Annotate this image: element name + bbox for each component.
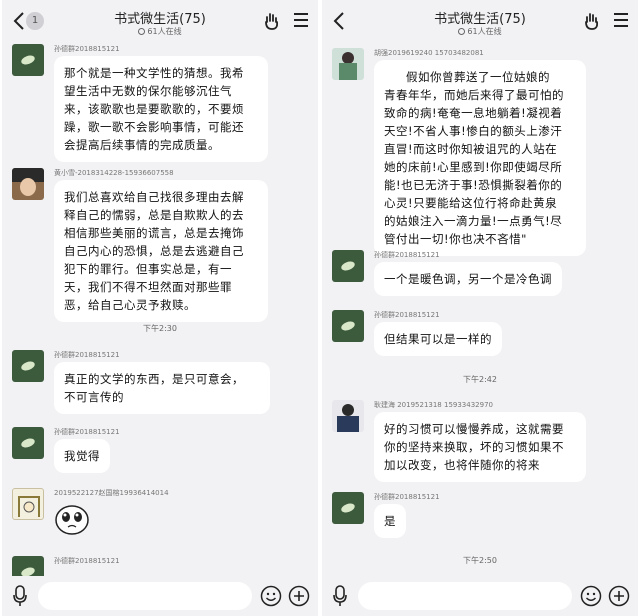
message-line: 能!也已无济于事!恐惧撕裂着你的 bbox=[384, 178, 563, 192]
input-bar bbox=[2, 576, 318, 616]
message-line: 一个是暖色调，另一个是冷色调 bbox=[384, 272, 552, 286]
voice-button[interactable] bbox=[332, 585, 348, 607]
message-line: 躁，歌一歌不会影响事情，可能还 bbox=[64, 120, 244, 134]
hand-button[interactable] bbox=[262, 11, 282, 31]
message-line: 心灵!只要能给这位行将命赴黄泉 bbox=[384, 196, 558, 210]
emoji-button[interactable] bbox=[260, 585, 282, 607]
sender-name: 孙德群2018815121 bbox=[374, 493, 440, 501]
message-bubble[interactable]: 但结果可以是一样的 bbox=[374, 322, 502, 356]
sender-name: 耿建海 2019521318 15933432970 bbox=[374, 401, 493, 409]
emoji-icon bbox=[260, 585, 282, 607]
message-line: 青春年华，而她后来得了最可怕的 bbox=[384, 88, 564, 102]
sender-name: 孙德群2018815121 bbox=[54, 45, 120, 53]
avatar[interactable] bbox=[332, 250, 364, 282]
message-line: 自己内心的恐惧，总是去逃避自己 bbox=[64, 244, 244, 258]
message-line: 她的床前!心里感到!你即使竭尽所 bbox=[384, 160, 563, 174]
sender-name: 孙德群2018815121 bbox=[54, 351, 120, 359]
menu-icon bbox=[614, 13, 628, 15]
sender-name: 黄小雪-2018314228-15936607558 bbox=[54, 169, 174, 177]
input-bar bbox=[322, 576, 638, 616]
avatar[interactable] bbox=[12, 427, 44, 459]
plus-button[interactable] bbox=[608, 585, 630, 607]
message-line: 我们总喜欢给自己找很多理由去解 bbox=[64, 190, 244, 204]
online-count-text: 61人在线 bbox=[467, 27, 502, 36]
message-bubble[interactable]: 假如你曾葬送了一位姑娘的 青春年华，而她后来得了最可怕的 致命的病!奄奄一息地躺… bbox=[374, 60, 586, 256]
message-line: 的姑娘注入一滴力量!一点勇气!尽 bbox=[384, 214, 563, 228]
message-bubble[interactable]: 真正的文学的东西，是只可意会， 不可言传的 bbox=[54, 362, 270, 414]
sender-name: 孙德群2018815121 bbox=[374, 311, 440, 319]
avatar[interactable] bbox=[332, 492, 364, 524]
sender-name: 孙德群2018815121 bbox=[54, 557, 120, 565]
message-line: 释自己的懦弱，总是自欺欺人的去 bbox=[64, 208, 244, 222]
online-count-text: 61人在线 bbox=[147, 27, 182, 36]
microphone-icon bbox=[333, 585, 347, 606]
message-line: 来，该歌歌也是要歌歌的，不要烦 bbox=[64, 102, 244, 116]
sender-name: 孙德群2018815121 bbox=[54, 428, 120, 436]
message-bubble[interactable]: 我觉得 bbox=[54, 439, 110, 473]
message-line: 真正的文学的东西，是只可意会， bbox=[64, 372, 244, 386]
message-input[interactable] bbox=[38, 582, 252, 610]
message-line: 好的习惯可以慢慢养成，这就需要 bbox=[384, 422, 564, 436]
online-icon bbox=[458, 28, 466, 35]
message-line: 你的坚持来换取，坏的习惯如果不 bbox=[384, 440, 564, 454]
message-line: 那个就是一种文学性的猜想。我希 bbox=[64, 66, 244, 80]
avatar[interactable] bbox=[12, 44, 44, 76]
message-input[interactable] bbox=[358, 582, 572, 610]
menu-icon bbox=[294, 13, 308, 15]
right-chat-panel: 书式微生活(75) 61人在线 胡强2019619240 15703482081… bbox=[322, 0, 638, 616]
avatar[interactable] bbox=[332, 48, 364, 80]
hand-gesture-icon bbox=[585, 13, 599, 30]
microphone-icon bbox=[13, 585, 27, 606]
avatar[interactable] bbox=[12, 488, 44, 520]
message-bubble[interactable]: 是 bbox=[374, 504, 406, 538]
plus-icon bbox=[288, 585, 310, 607]
message-bubble[interactable]: 我们总喜欢给自己找很多理由去解 释自己的懦弱，总是自欺欺人的去 相信那些美丽的谎… bbox=[54, 180, 268, 322]
message-line: 我觉得 bbox=[64, 449, 100, 463]
timestamp: 下午2:30 bbox=[143, 324, 177, 333]
timestamp: 下午2:42 bbox=[463, 375, 497, 384]
left-chat-panel: 1 书式微生活(75) 61人在线 孙德群2018815121 那个就是一种文学… bbox=[2, 0, 318, 616]
menu-button[interactable] bbox=[294, 13, 310, 27]
voice-button[interactable] bbox=[12, 585, 28, 607]
sender-name: 2019522127赵国榕19936414014 bbox=[54, 489, 169, 497]
message-line: 但结果可以是一样的 bbox=[384, 332, 492, 346]
emoji-icon bbox=[580, 585, 602, 607]
message-bubble[interactable]: 那个就是一种文学性的猜想。我希 望生活中无数的保尔能够沉住气 来，该歌歌也是要歌… bbox=[54, 56, 268, 162]
message-line: 相信那些美丽的谎言，总是去掩饰 bbox=[64, 226, 244, 240]
message-line: 天空!不省人事!惨白的额头上渗汗 bbox=[384, 124, 563, 138]
chat-header: 书式微生活(75) 61人在线 bbox=[322, 0, 638, 44]
message-line: 犯下的罪行。但事实总是，有一 bbox=[64, 262, 232, 276]
timestamp: 下午2:50 bbox=[463, 556, 497, 565]
avatar[interactable] bbox=[332, 400, 364, 432]
message-line: 致命的病!奄奄一息地躺着!凝视着 bbox=[384, 106, 563, 120]
message-line: 管付出一切!你也决不吝惜" bbox=[384, 232, 527, 246]
avatar[interactable] bbox=[332, 310, 364, 342]
message-line: 不可言传的 bbox=[64, 390, 124, 404]
message-line: 天，我们不得不坦然面对那些罪 bbox=[64, 280, 232, 294]
hand-button[interactable] bbox=[582, 11, 602, 31]
message-line: 会提高后续事情的完成质量。 bbox=[64, 138, 220, 152]
plus-icon bbox=[608, 585, 630, 607]
sticker-image[interactable] bbox=[54, 502, 90, 536]
message-bubble[interactable]: 好的习惯可以慢慢养成，这就需要 你的坚持来换取，坏的习惯如果不 加以改变，也将伴… bbox=[374, 412, 586, 482]
message-line: 加以改变，也将伴随你的将来 bbox=[384, 458, 540, 472]
avatar[interactable] bbox=[12, 168, 44, 200]
message-line: 恶，给自己心灵予救赎。 bbox=[64, 298, 196, 312]
hand-gesture-icon bbox=[265, 13, 279, 30]
avatar[interactable] bbox=[12, 350, 44, 382]
message-line: 直冒!而这时你知被诅咒的人站在 bbox=[384, 142, 558, 156]
sender-name: 胡强2019619240 15703482081 bbox=[374, 49, 484, 57]
emoji-button[interactable] bbox=[580, 585, 602, 607]
message-line: 望生活中无数的保尔能够沉住气 bbox=[64, 84, 232, 98]
online-icon bbox=[138, 28, 146, 35]
chat-header: 1 书式微生活(75) 61人在线 bbox=[2, 0, 318, 44]
plus-button[interactable] bbox=[288, 585, 310, 607]
message-line: 是 bbox=[384, 514, 396, 528]
menu-button[interactable] bbox=[614, 13, 630, 27]
sender-name: 孙德群2018815121 bbox=[374, 251, 440, 259]
message-bubble[interactable]: 一个是暖色调，另一个是冷色调 bbox=[374, 262, 562, 296]
message-line: 假如你曾葬送了一位姑娘的 bbox=[406, 70, 550, 84]
